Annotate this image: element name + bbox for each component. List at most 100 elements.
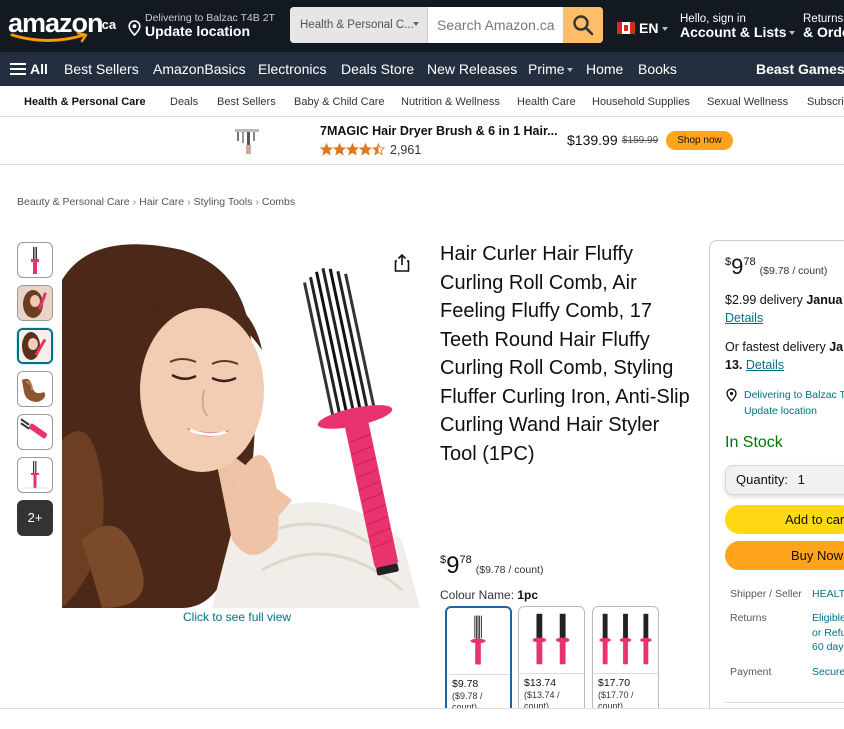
quantity-value: 1: [797, 472, 805, 487]
fastest-date: Ja: [829, 340, 844, 354]
subnav-best-sellers[interactable]: Best Sellers: [217, 96, 276, 108]
breadcrumb-styling-tools[interactable]: Styling Tools: [194, 196, 253, 208]
search-button[interactable]: [563, 7, 603, 43]
language-code: EN: [639, 20, 659, 36]
nav-best-sellers[interactable]: Best Sellers: [64, 61, 139, 77]
shipper-label: Shipper / Seller: [730, 588, 802, 600]
swatch-3pc[interactable]: $17.70 ($17.70 /count): [592, 606, 659, 716]
subnav-household[interactable]: Household Supplies: [592, 96, 690, 108]
thumbnail-2[interactable]: [17, 285, 53, 321]
shop-now-button[interactable]: Shop now: [666, 131, 733, 150]
breadcrumb-combs[interactable]: Combs: [262, 196, 295, 208]
nav-home[interactable]: Home: [586, 61, 623, 77]
returns-label: Returns: [730, 612, 767, 624]
orders-label: & Orde: [803, 24, 844, 40]
thumbnail-3-selected[interactable]: [17, 328, 53, 364]
ad-title[interactable]: 7MAGIC Hair Dryer Brush & 6 in 1 Hair...: [320, 124, 558, 138]
nav-electronics[interactable]: Electronics: [258, 61, 326, 77]
swatch-price: $17.70: [598, 677, 631, 689]
thumbnail-5[interactable]: [17, 414, 53, 450]
deliver-to-text: Delivering to Balzac T: [744, 389, 844, 401]
returns-value[interactable]: Eligible or Refu 60 day: [812, 611, 844, 655]
fastest-delivery-line: Or fastest delivery Ja: [725, 340, 843, 354]
add-to-cart-button[interactable]: Add to car: [725, 505, 844, 534]
chevron-right-icon: ›: [132, 196, 137, 208]
subnav-baby-child[interactable]: Baby & Child Care: [294, 96, 385, 108]
sponsored-banner: 7MAGIC Hair Dryer Brush & 6 in 1 Hair...…: [0, 117, 844, 165]
amazon-logo[interactable]: amazon .ca: [8, 6, 118, 46]
buy-now-button[interactable]: Buy Now: [725, 541, 844, 570]
subnav-category[interactable]: Health & Personal Care: [24, 96, 146, 108]
ad-review-count[interactable]: 2,961: [390, 143, 421, 157]
subnav-sexual-wellness[interactable]: Sexual Wellness: [707, 96, 788, 108]
main-product-image[interactable]: [62, 240, 420, 608]
location-pin-icon: [128, 20, 141, 36]
quantity-label: Quantity:: [736, 472, 789, 487]
stock-status: In Stock: [725, 434, 783, 451]
smile-arrow-icon: [10, 32, 88, 43]
swatch-1pc[interactable]: $9.78 ($9.78 /count): [445, 606, 512, 716]
product-price: $978($9.78 / count): [440, 552, 543, 580]
search-input[interactable]: [429, 7, 563, 43]
product-photo: [62, 240, 420, 608]
ad-old-price: $159.99: [622, 135, 659, 146]
hamburger-menu-icon[interactable]: [10, 63, 26, 75]
nav-prime[interactable]: Prime: [528, 61, 573, 77]
thumbnail-4[interactable]: [17, 371, 53, 407]
quantity-select[interactable]: Quantity: 1: [725, 465, 844, 495]
nav-amazonbasics[interactable]: AmazonBasics: [153, 61, 246, 77]
breadcrumb-beauty[interactable]: Beauty & Personal Care: [17, 196, 130, 208]
returns-orders[interactable]: Returns & Orde: [803, 13, 844, 40]
subnav-deals[interactable]: Deals: [170, 96, 198, 108]
shipper-value[interactable]: HEALT: [812, 587, 844, 602]
fastest-details-link[interactable]: Details: [746, 358, 784, 372]
delivery-details-link[interactable]: Details: [725, 311, 763, 325]
subnav-subscribe[interactable]: Subscri: [807, 96, 844, 108]
chevron-right-icon: ›: [255, 196, 259, 208]
nav-new-releases[interactable]: New Releases: [427, 61, 517, 77]
nav-promo[interactable]: Beast Games: [756, 61, 844, 77]
ad-product-image[interactable]: [232, 123, 262, 157]
buybox-deliver-to[interactable]: Delivering to Balzac T Update location: [744, 387, 844, 419]
location-pin-icon: [726, 388, 737, 402]
price-fraction: 78: [459, 554, 472, 566]
swatch-price: $9.78: [452, 678, 479, 690]
chevron-down-icon: [788, 31, 795, 36]
logo-suffix: .ca: [98, 17, 117, 32]
product-title: Hair Curler Hair Fluffy Curling Roll Com…: [440, 243, 690, 465]
thumbnail-6[interactable]: [17, 457, 53, 493]
canada-flag-icon: [617, 22, 635, 34]
search-category-label: Health & Personal C...: [300, 19, 414, 31]
account-menu[interactable]: Hello, sign in Account & Lists: [680, 13, 795, 40]
nav-all[interactable]: All: [30, 61, 48, 77]
ad-price: $139.99: [567, 132, 618, 148]
chevron-down-icon: [566, 68, 573, 73]
update-location-link: Update location: [744, 405, 817, 417]
full-view-link[interactable]: Click to see full view: [183, 610, 291, 624]
subnav-nutrition[interactable]: Nutrition & Wellness: [401, 96, 500, 108]
share-icon[interactable]: [394, 254, 410, 272]
thumbnail-1[interactable]: [17, 242, 53, 278]
subnav-health-care[interactable]: Health Care: [517, 96, 576, 108]
payment-value[interactable]: Secure: [812, 665, 844, 680]
more-images-button[interactable]: 2+: [17, 500, 53, 536]
nav-deals-store[interactable]: Deals Store: [341, 61, 414, 77]
divider: [725, 702, 844, 703]
swatch-image: [599, 613, 652, 665]
search-bar: Health & Personal C...: [290, 7, 603, 43]
swatch-image: [532, 613, 570, 665]
colour-selector-label: Colour Name: 1pc: [440, 588, 538, 602]
breadcrumb-hair-care[interactable]: Hair Care: [139, 196, 184, 208]
breadcrumb: Beauty & Personal Care › Hair Care › Styling…: [17, 196, 295, 208]
fastest-day: 13.: [725, 358, 743, 372]
top-nav: amazon .ca Delivering to Balzac T4B 2T U…: [0, 0, 844, 52]
nav-books[interactable]: Books: [638, 61, 677, 77]
price-unit: ($9.78 / count): [475, 564, 544, 576]
nav-prime-label: Prime: [528, 61, 565, 77]
buybox-price: $978($9.78 / count): [725, 254, 827, 280]
colour-label: Colour Name:: [440, 588, 515, 602]
colour-value: 1pc: [517, 588, 539, 602]
swatch-2pc[interactable]: $13.74 ($13.74 /count): [518, 606, 585, 716]
price-symbol: $: [725, 256, 732, 268]
search-category-select[interactable]: Health & Personal C...: [290, 7, 428, 43]
